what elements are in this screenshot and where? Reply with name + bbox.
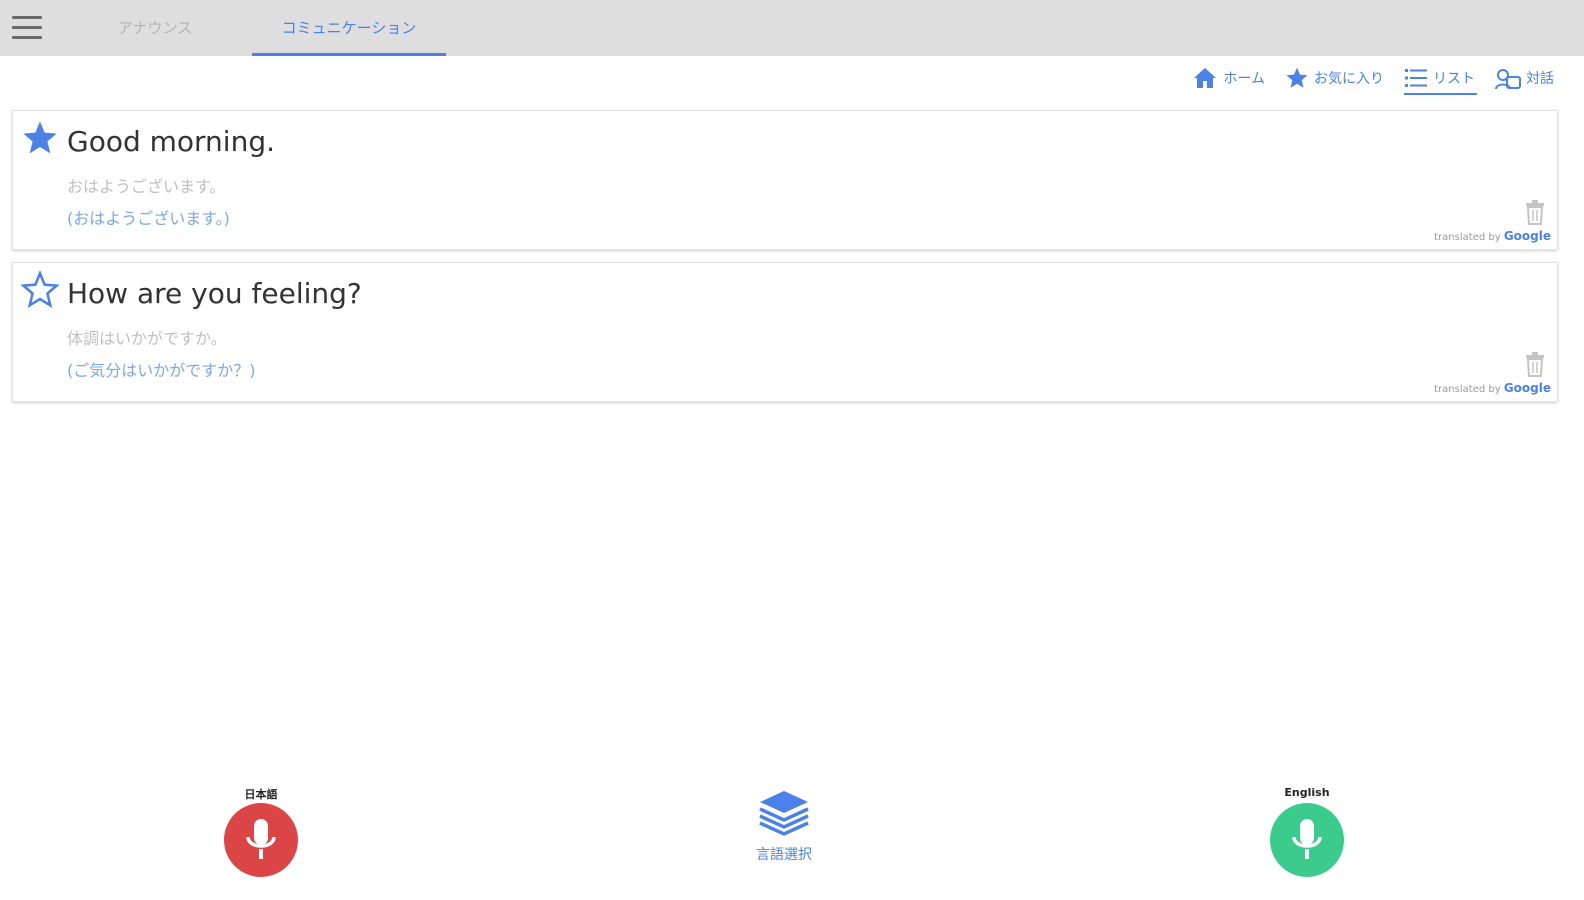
list-button[interactable]: リスト	[1404, 63, 1477, 95]
phrase-card[interactable]: Good morning. おはようございます。 (おはようございます。) tr…	[12, 110, 1558, 250]
trash-icon[interactable]	[1523, 199, 1547, 225]
translation-credit: translated by Google	[1434, 381, 1551, 395]
top-app-bar: アナウンス コミュニケーション	[0, 0, 1584, 56]
phrase-translation: おはようございます。	[67, 177, 226, 196]
conversation-icon	[1495, 69, 1521, 90]
trash-icon[interactable]	[1523, 351, 1547, 377]
star-icon	[1286, 67, 1308, 88]
japanese-mic-label: 日本語	[244, 788, 278, 801]
tab-announcement[interactable]: アナウンス	[95, 0, 215, 56]
phrase-text: How are you feeling?	[67, 277, 362, 310]
layers-icon	[759, 791, 809, 836]
list-icon	[1405, 69, 1427, 87]
japanese-mic-button[interactable]	[224, 803, 298, 877]
chat-button[interactable]: 対話	[1495, 63, 1554, 93]
language-select-label: 言語選択	[756, 847, 812, 863]
microphone-icon	[246, 819, 276, 859]
home-label: ホーム	[1223, 71, 1265, 87]
english-mic-button[interactable]	[1270, 803, 1344, 877]
google-logo: Google	[1503, 229, 1551, 243]
chat-label: 対話	[1526, 71, 1554, 87]
phrase-reading: (ご気分はいかがですか？)	[67, 361, 256, 380]
phrase-reading: (おはようございます。)	[67, 209, 230, 228]
favorites-button[interactable]: お気に入り	[1285, 63, 1384, 93]
phrase-card[interactable]: How are you feeling? 体調はいかがですか。 (ご気分はいかが…	[12, 262, 1558, 402]
phrase-translation: 体調はいかがですか。	[67, 329, 227, 348]
view-toolbar: ホーム お気に入り リスト 対話	[1172, 62, 1554, 95]
list-label: リスト	[1433, 71, 1475, 87]
hamburger-menu-icon[interactable]	[10, 14, 44, 42]
translation-credit: translated by Google	[1434, 229, 1551, 243]
google-logo: Google	[1503, 381, 1551, 395]
star-filled-icon[interactable]	[21, 119, 59, 157]
home-icon	[1194, 68, 1217, 88]
credit-prefix: translated by	[1434, 232, 1501, 243]
phrase-text: Good morning.	[67, 125, 276, 158]
tab-communication[interactable]: コミュニケーション	[252, 0, 446, 56]
english-mic-label: English	[1284, 786, 1330, 799]
credit-prefix: translated by	[1434, 384, 1501, 395]
star-outline-icon[interactable]	[21, 271, 59, 309]
home-button[interactable]: ホーム	[1192, 63, 1265, 93]
language-select-button[interactable]: 言語選択	[744, 788, 824, 868]
microphone-icon	[1292, 819, 1322, 859]
favorites-label: お気に入り	[1314, 71, 1384, 87]
